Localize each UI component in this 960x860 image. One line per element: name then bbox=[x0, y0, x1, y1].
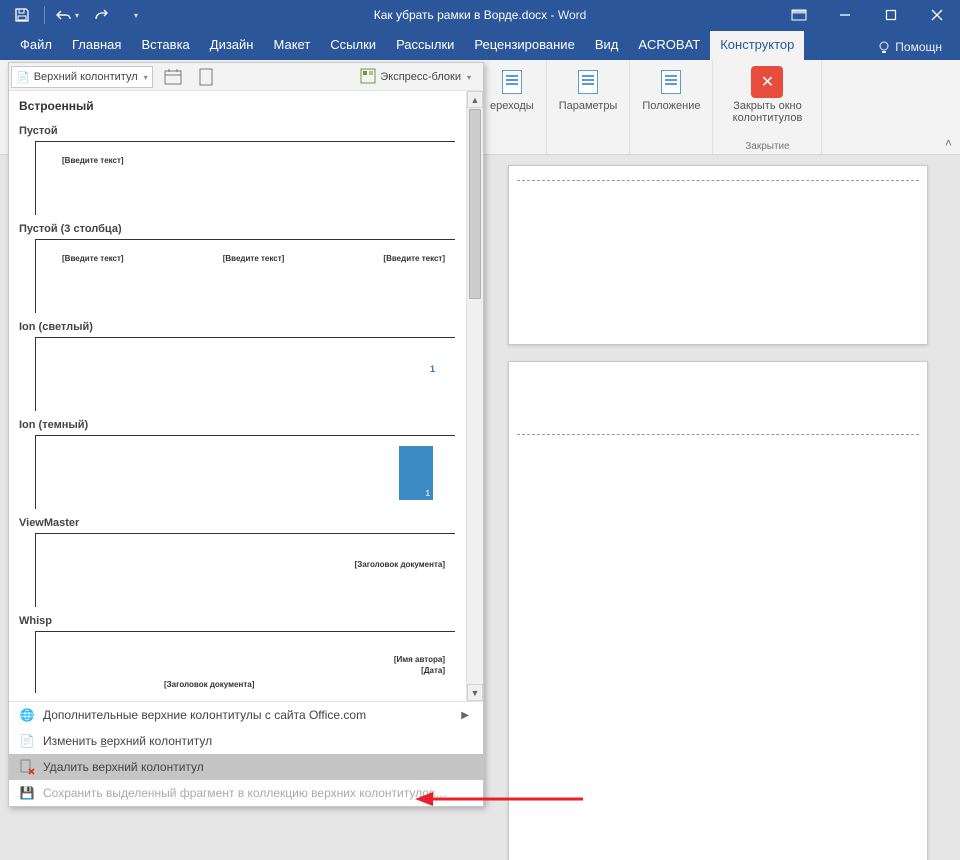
tab-layout[interactable]: Макет bbox=[263, 31, 320, 60]
gallery-item-label: Пустой bbox=[17, 119, 460, 141]
title-bar: ▾ ▾ Как убрать рамки в Ворде.docx - Word bbox=[0, 0, 960, 30]
gallery-item-label: ViewMaster bbox=[17, 511, 460, 533]
quick-parts-icon bbox=[360, 68, 376, 87]
scroll-thumb[interactable] bbox=[469, 109, 481, 299]
quick-access-toolbar: ▾ ▾ bbox=[0, 2, 149, 28]
undo-button[interactable]: ▾ bbox=[53, 2, 81, 28]
group-label-close: Закрытие bbox=[745, 139, 789, 152]
document-icon: 📄 bbox=[16, 71, 30, 84]
menu-more-from-office[interactable]: 🌐 Дополнительные верхние колонтитулы с с… bbox=[9, 702, 483, 728]
gallery-item-viewmaster[interactable]: [Заголовок документа] bbox=[35, 533, 455, 607]
close-window-button[interactable] bbox=[914, 0, 960, 30]
close-icon: ✕ bbox=[751, 66, 783, 98]
save-button[interactable] bbox=[8, 2, 36, 28]
window-controls bbox=[776, 0, 960, 30]
tab-view[interactable]: Вид bbox=[585, 31, 629, 60]
close-header-footer-button[interactable]: ✕ Закрыть окно колонтитулов bbox=[719, 64, 815, 126]
quick-parts-button[interactable]: Экспресс-блоки ▾ bbox=[356, 66, 475, 88]
group-position: Положение bbox=[630, 60, 713, 154]
group-options: Параметры bbox=[547, 60, 631, 154]
tab-references[interactable]: Ссылки bbox=[320, 31, 386, 60]
minimize-button[interactable] bbox=[822, 0, 868, 30]
navigation-icon bbox=[496, 66, 528, 98]
gallery-scrollbar[interactable]: ▲ ▼ bbox=[466, 91, 483, 701]
gallery-item-empty3[interactable]: [Введите текст] [Введите текст] [Введите… bbox=[35, 239, 455, 313]
tab-acrobat[interactable]: ACROBAT bbox=[628, 31, 710, 60]
header-gallery-list[interactable]: Встроенный Пустой [Введите текст] Пустой… bbox=[9, 91, 466, 701]
gallery-item-label: Пустой (3 столбца) bbox=[17, 217, 460, 239]
gallery-item-empty[interactable]: [Введите текст] bbox=[35, 141, 455, 215]
header-gallery-dropdown: 📄 Верхний колонтитул ▾ Экспресс-блоки ▾ … bbox=[8, 62, 484, 807]
gallery-item-label: Whisp bbox=[17, 609, 460, 631]
transitions-button[interactable]: ереходы bbox=[484, 64, 540, 114]
app-name: Word bbox=[558, 8, 586, 22]
gallery-item-label: Ion (темный) bbox=[17, 413, 460, 435]
qat-customize-button[interactable]: ▾ bbox=[121, 2, 149, 28]
date-time-button[interactable] bbox=[161, 65, 187, 89]
document-page[interactable] bbox=[508, 361, 928, 860]
gallery-footer-menu: 🌐 Дополнительные верхние колонтитулы с с… bbox=[9, 701, 483, 806]
maximize-button[interactable] bbox=[868, 0, 914, 30]
scroll-down-button[interactable]: ▼ bbox=[467, 684, 483, 701]
tab-review[interactable]: Рецензирование bbox=[464, 31, 584, 60]
tab-file[interactable]: Файл bbox=[10, 31, 62, 60]
scroll-up-button[interactable]: ▲ bbox=[467, 91, 483, 108]
tab-design[interactable]: Дизайн bbox=[200, 31, 264, 60]
gallery-item-whisp[interactable]: [Имя автора] [Дата] [Заголовок документа… bbox=[35, 631, 455, 693]
position-icon bbox=[655, 66, 687, 98]
gallery-item-ion-dark[interactable]: 1 bbox=[35, 435, 455, 509]
redo-button[interactable] bbox=[87, 2, 115, 28]
document-name: Как убрать рамки в Ворде.docx bbox=[374, 8, 547, 22]
gallery-section-builtin: Встроенный bbox=[17, 95, 460, 119]
position-button[interactable]: Положение bbox=[636, 64, 706, 114]
tab-mailings[interactable]: Рассылки bbox=[386, 31, 464, 60]
tell-me-search[interactable]: Помощн bbox=[869, 34, 950, 60]
tab-insert[interactable]: Вставка bbox=[131, 31, 199, 60]
collapse-ribbon-button[interactable]: ˄ bbox=[945, 136, 952, 150]
menu-edit-header[interactable]: 📄 Изменить верхний колонтитул bbox=[9, 728, 483, 754]
ribbon-display-options[interactable] bbox=[776, 0, 822, 30]
chevron-right-icon: ▶ bbox=[461, 710, 473, 721]
window-title: Как убрать рамки в Ворде.docx - Word bbox=[374, 8, 587, 22]
edit-icon: 📄 bbox=[19, 733, 35, 749]
tab-constructor[interactable]: Конструктор bbox=[710, 31, 804, 60]
menu-save-selection: 💾 Сохранить выделенный фрагмент в коллек… bbox=[9, 780, 483, 806]
delete-icon bbox=[19, 759, 35, 775]
gallery-item-ion-light[interactable]: 1 bbox=[35, 337, 455, 411]
ribbon-tabs: Файл Главная Вставка Дизайн Макет Ссылки… bbox=[0, 30, 960, 60]
save-selection-icon: 💾 bbox=[19, 785, 35, 801]
parameters-icon bbox=[572, 66, 604, 98]
group-close: ✕ Закрыть окно колонтитулов Закрытие bbox=[713, 60, 822, 154]
office-icon: 🌐 bbox=[19, 707, 35, 723]
parameters-button[interactable]: Параметры bbox=[553, 64, 624, 114]
annotation-arrow bbox=[415, 790, 585, 808]
document-info-button[interactable] bbox=[195, 65, 221, 89]
tab-home[interactable]: Главная bbox=[62, 31, 131, 60]
menu-remove-header[interactable]: Удалить верхний колонтитул bbox=[9, 754, 483, 780]
document-page[interactable] bbox=[508, 165, 928, 345]
group-navigation: ереходы bbox=[478, 60, 547, 154]
header-dropdown-button[interactable]: 📄 Верхний колонтитул ▾ bbox=[11, 66, 153, 88]
gallery-item-label: Ion (светлый) bbox=[17, 315, 460, 337]
